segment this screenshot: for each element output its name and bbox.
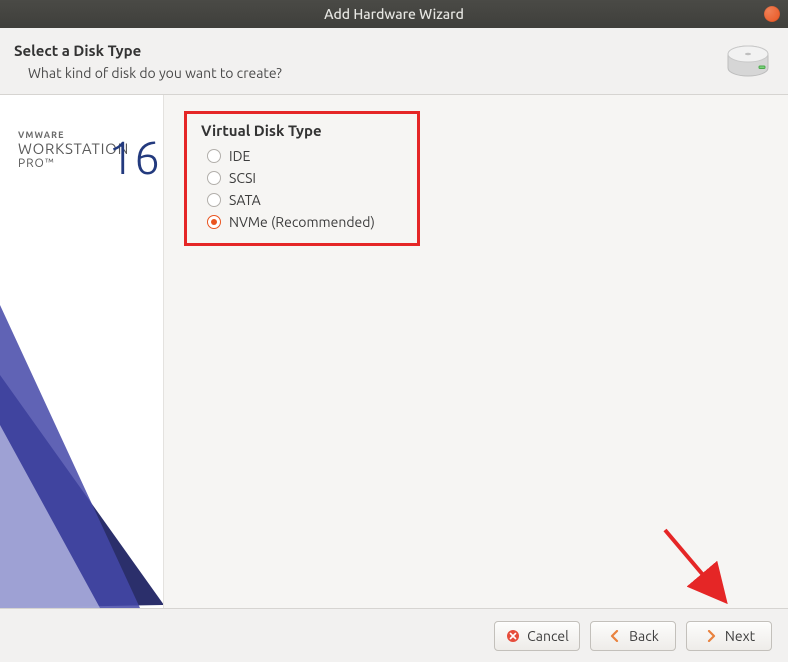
cancel-icon [505, 628, 521, 644]
sidebar-graphic [0, 95, 164, 608]
radio-indicator-icon [207, 171, 221, 185]
chevron-right-icon [703, 628, 719, 644]
page-subtitle: What kind of disk do you want to create? [14, 65, 282, 81]
cancel-button[interactable]: Cancel [494, 621, 580, 651]
radio-label: SATA [229, 192, 261, 208]
chevron-left-icon [607, 628, 623, 644]
radio-label: SCSI [229, 170, 256, 186]
radio-ide[interactable]: IDE [201, 145, 381, 167]
window-title: Add Hardware Wizard [324, 6, 464, 22]
cancel-label: Cancel [527, 628, 569, 644]
back-button[interactable]: Back [590, 621, 676, 651]
radio-sata[interactable]: SATA [201, 189, 381, 211]
wizard-content: VMWARE WORKSTATION PRO™ 16 Virtual Disk … [0, 95, 788, 608]
radio-label: NVMe (Recommended) [229, 214, 375, 230]
main-panel: Virtual Disk Type IDE SCSI SATA NVMe (Re… [164, 95, 788, 608]
disk-icon [726, 42, 770, 82]
next-button[interactable]: Next [686, 621, 772, 651]
radio-indicator-icon [207, 193, 221, 207]
disk-type-group: Virtual Disk Type IDE SCSI SATA NVMe (Re… [184, 111, 420, 246]
wizard-footer: Cancel Back Next [0, 608, 788, 662]
wizard-header: Select a Disk Type What kind of disk do … [0, 28, 788, 95]
sidebar-branding: VMWARE WORKSTATION PRO™ 16 [0, 95, 164, 608]
radio-label: IDE [229, 148, 250, 164]
window-close-button[interactable] [764, 6, 780, 22]
back-label: Back [629, 628, 659, 644]
radio-scsi[interactable]: SCSI [201, 167, 381, 189]
radio-indicator-icon [207, 149, 221, 163]
titlebar: Add Hardware Wizard [0, 0, 788, 28]
radio-nvme[interactable]: NVMe (Recommended) [201, 211, 381, 233]
page-title: Select a Disk Type [14, 42, 282, 59]
next-label: Next [725, 628, 755, 644]
disk-type-legend: Virtual Disk Type [201, 122, 381, 139]
radio-indicator-icon [207, 215, 221, 229]
